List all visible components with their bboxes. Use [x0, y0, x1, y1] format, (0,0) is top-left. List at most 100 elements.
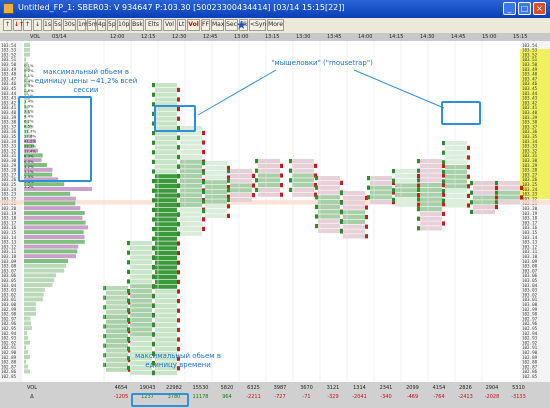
toolbar-button-21[interactable]: <Syn — [249, 19, 266, 31]
close-button[interactable]: × — [533, 2, 546, 15]
footprint-delta-tick-11-5 — [417, 193, 420, 198]
toolbar-button-7[interactable]: 1m — [77, 19, 88, 31]
footprint-delta-tick-12-14 — [417, 226, 420, 231]
toolbar-button-16[interactable]: Vol — [187, 19, 200, 31]
header-time-4: 13:00 — [234, 34, 249, 40]
toolbar-button-14[interactable]: Vol — [163, 19, 176, 31]
toolbar-button-9[interactable]: 4p — [97, 19, 106, 31]
footprint-cell-6-1 — [258, 163, 280, 168]
toolbar-button-12[interactable]: Bsk — [131, 19, 144, 31]
footprint-delta-tick-8-6 — [315, 204, 318, 209]
toolbar-button-18[interactable]: Max — [211, 19, 224, 31]
profile-bar-55 — [24, 307, 36, 311]
toolbar-button-3[interactable]: ↓ — [33, 19, 42, 31]
profile-bar-50 — [24, 283, 53, 287]
footprint-delta-tick-3-19 — [202, 217, 205, 222]
profile-bar-63 — [24, 345, 26, 350]
footprint-delta-tick-1-2 — [127, 250, 130, 255]
footprint-cell-9-4 — [343, 210, 365, 215]
footer-totals: VOL 4654 19043 22982 15530 5820 6325 3987 3670 31… — [0, 382, 550, 408]
footer-delta-9: -2041 — [352, 394, 367, 400]
footprint-cell-13-6 — [445, 169, 467, 174]
footprint-cell-13-10 — [445, 189, 467, 194]
footprint-cell-15-1 — [498, 185, 520, 190]
footprint-delta-tick-3-8 — [177, 164, 180, 169]
footprint-cell-3-11 — [180, 178, 202, 183]
toolbar-button-0[interactable]: ↑ — [3, 19, 12, 31]
footprint-cell-8-6 — [318, 204, 340, 209]
footprint-cell-8-4 — [318, 195, 340, 200]
toolbar-button-11[interactable]: 10p — [117, 19, 130, 31]
footprint-cell-9-3 — [343, 205, 365, 210]
toolbar-button-5[interactable]: 5s — [53, 19, 62, 31]
footprint-cell-3-8 — [180, 164, 202, 169]
toolbar-button-1[interactable]: ↓↑ — [13, 19, 24, 31]
title-bar[interactable]: Untitled_FP_1: SBER03: V 934647 P:103.30… — [0, 0, 550, 18]
footprint-delta-tick-2-14 — [152, 150, 155, 155]
header-time-1: 12:15 — [141, 34, 156, 40]
header-time-8: 14:00 — [358, 34, 373, 40]
footprint-cell-12-14 — [420, 226, 442, 231]
footprint-delta-tick-2-38 — [152, 265, 155, 270]
footprint-cell-8-3 — [318, 190, 340, 195]
footprint-cell-12-3 — [420, 173, 442, 178]
footprint-delta-tick-13-9 — [467, 184, 470, 189]
footprint-cell-0-7 — [106, 319, 128, 324]
footprint-delta-tick-2-34 — [152, 246, 155, 251]
toolbar-button-6[interactable]: 30s — [63, 19, 76, 31]
toolbar-button-4[interactable]: 1s — [43, 19, 52, 31]
footprint-delta-tick-2-60 — [152, 371, 155, 376]
profile-bar-1 — [24, 47, 30, 52]
minimize-button[interactable]: _ — [503, 2, 516, 15]
footprint-cell-14-3 — [473, 195, 495, 200]
footer-volume-8: 3121 — [326, 385, 340, 391]
header-time-7: 13:45 — [327, 34, 342, 40]
footprint-cell-6-0 — [258, 159, 280, 164]
footprint-delta-tick-4-9 — [227, 204, 230, 209]
footprint-delta-tick-12-1 — [442, 163, 445, 168]
footer-volume-1: 19043 — [139, 385, 156, 391]
annotation-mousetrap: "мышеловки" ("mousetrap") — [271, 59, 373, 67]
footprint-delta-tick-2-33 — [177, 241, 180, 246]
footprint-cell-10-3 — [370, 190, 392, 195]
footprint-cell-4-10 — [205, 209, 227, 214]
footprint-cell-1-2 — [130, 250, 152, 255]
footprint-cell-11-0 — [395, 169, 417, 174]
toolbar-button-2[interactable]: ↑ — [23, 19, 32, 31]
footprint-cell-8-1 — [318, 180, 340, 185]
footprint-delta-tick-3-6 — [177, 154, 180, 159]
footprint-delta-tick-11-7 — [417, 202, 420, 207]
toolbar-button-17[interactable]: FF — [201, 19, 210, 31]
toolbar-button-13[interactable]: Elts — [145, 19, 162, 31]
maximize-button[interactable]: □ — [518, 2, 531, 15]
footer-volume-3: 15530 — [192, 385, 209, 391]
footprint-delta-tick-12-4 — [417, 178, 420, 183]
footer-delta-5: -2211 — [246, 394, 261, 400]
footer-delta-6: -727 — [274, 394, 286, 400]
footprint-delta-tick-2-30 — [152, 227, 155, 232]
footprint-cell-1-12 — [130, 298, 152, 303]
footprint-cell-15-3 — [498, 195, 520, 200]
toolbar-button-8[interactable]: 5m — [87, 19, 98, 31]
toolbar-button-10[interactable]: 5p — [107, 19, 116, 31]
toolbar-button-22[interactable]: More — [267, 19, 284, 31]
footprint-delta-tick-15-3 — [520, 195, 523, 200]
footprint-cell-1-0 — [130, 241, 152, 246]
annotation-max-price: максимальный обьем в единицу цены ~41,2%… — [34, 68, 138, 94]
footprint-delta-tick-2-28 — [152, 217, 155, 222]
profile-bar-47 — [24, 268, 65, 273]
footprint-delta-tick-2-24 — [152, 198, 155, 203]
footprint-delta-tick-5-0 — [227, 169, 230, 174]
header-date-label: 03/14 — [52, 34, 67, 40]
footprint-delta-tick-13-3 — [467, 155, 470, 160]
toolbar-button-15[interactable]: Lt — [177, 19, 186, 31]
footprint-delta-tick-1-24 — [127, 356, 130, 361]
footprint-cell-3-19 — [180, 217, 202, 222]
footprint-cell-4-2 — [205, 170, 227, 175]
footprint-delta-tick-2-35 — [177, 251, 180, 256]
max-price-highlight-box — [18, 96, 92, 182]
favorite-star-icon[interactable]: ★ — [236, 18, 247, 32]
footprint-cell-1-22 — [130, 346, 152, 351]
footprint-cell-1-5 — [130, 265, 152, 270]
footprint-cell-14-2 — [473, 190, 495, 195]
